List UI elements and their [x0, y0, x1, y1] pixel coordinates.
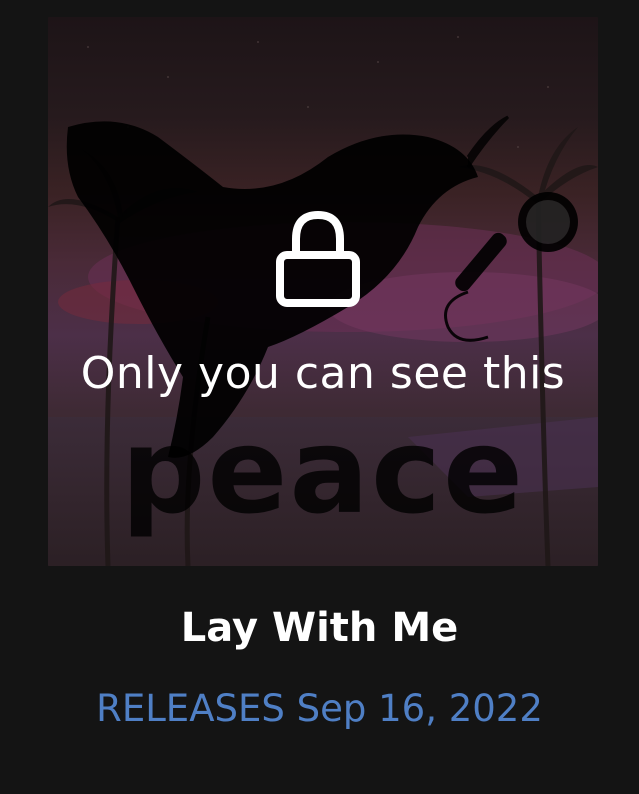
release-date: RELEASES Sep 16, 2022	[96, 687, 543, 730]
release-title: Lay With Me	[180, 605, 459, 651]
private-overlay: Only you can see this	[48, 17, 598, 566]
lock-icon	[276, 210, 360, 307]
album-cover[interactable]: peace Only you can see this	[48, 17, 598, 566]
release-card: peace Only you can see this Lay With Me …	[0, 0, 639, 794]
private-message: Only you can see this	[80, 348, 566, 399]
